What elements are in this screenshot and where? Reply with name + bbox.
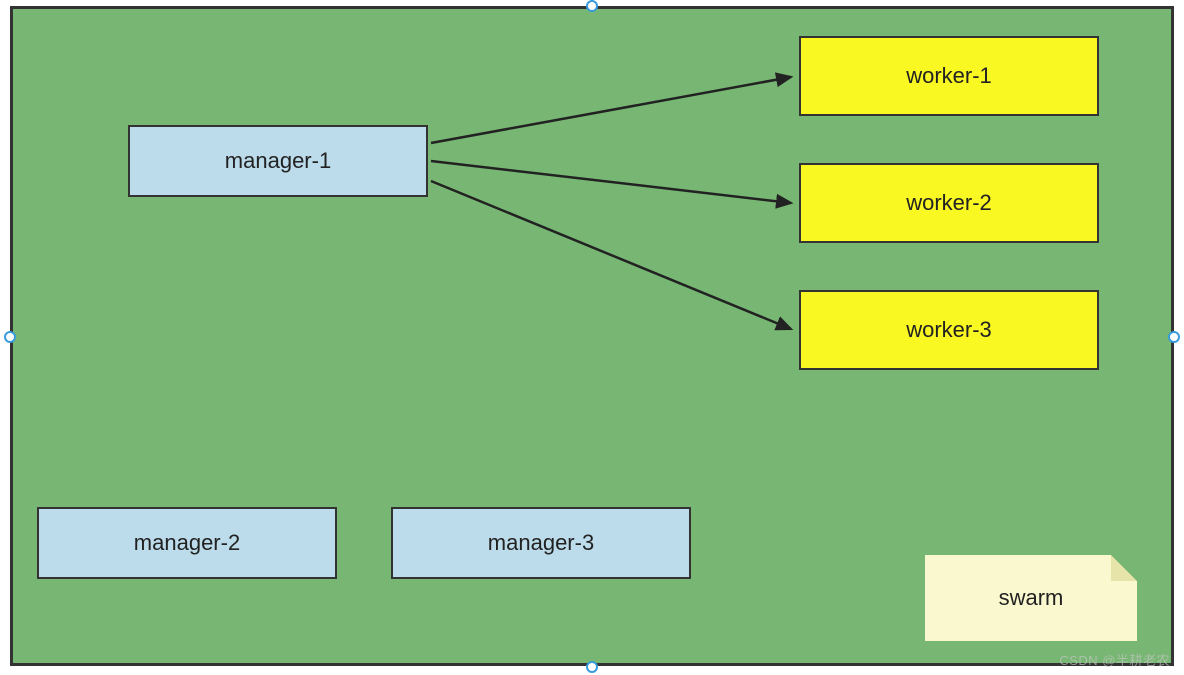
worker-1-node[interactable]: worker-1 [799, 36, 1099, 116]
swarm-note[interactable]: swarm [925, 555, 1137, 641]
selection-handle-top[interactable] [586, 0, 598, 12]
worker-2-label: worker-2 [906, 190, 992, 216]
selection-handle-bottom[interactable] [586, 661, 598, 673]
manager-2-label: manager-2 [134, 530, 240, 556]
manager-1-node[interactable]: manager-1 [128, 125, 428, 197]
swarm-note-label: swarm [999, 585, 1064, 611]
manager-3-label: manager-3 [488, 530, 594, 556]
arrow-manager1-worker3 [431, 181, 791, 329]
manager-2-node[interactable]: manager-2 [37, 507, 337, 579]
arrow-manager1-worker1 [431, 77, 791, 143]
manager-1-label: manager-1 [225, 148, 331, 174]
worker-3-node[interactable]: worker-3 [799, 290, 1099, 370]
note-fold-icon [1111, 555, 1137, 581]
worker-2-node[interactable]: worker-2 [799, 163, 1099, 243]
worker-3-label: worker-3 [906, 317, 992, 343]
diagram-canvas[interactable]: manager-1 manager-2 manager-3 worker-1 w… [10, 6, 1174, 666]
arrow-manager1-worker2 [431, 161, 791, 203]
watermark-text: CSDN @半耕老农 [1059, 650, 1170, 669]
manager-3-node[interactable]: manager-3 [391, 507, 691, 579]
selection-handle-left[interactable] [4, 331, 16, 343]
worker-1-label: worker-1 [906, 63, 992, 89]
selection-handle-right[interactable] [1168, 331, 1180, 343]
